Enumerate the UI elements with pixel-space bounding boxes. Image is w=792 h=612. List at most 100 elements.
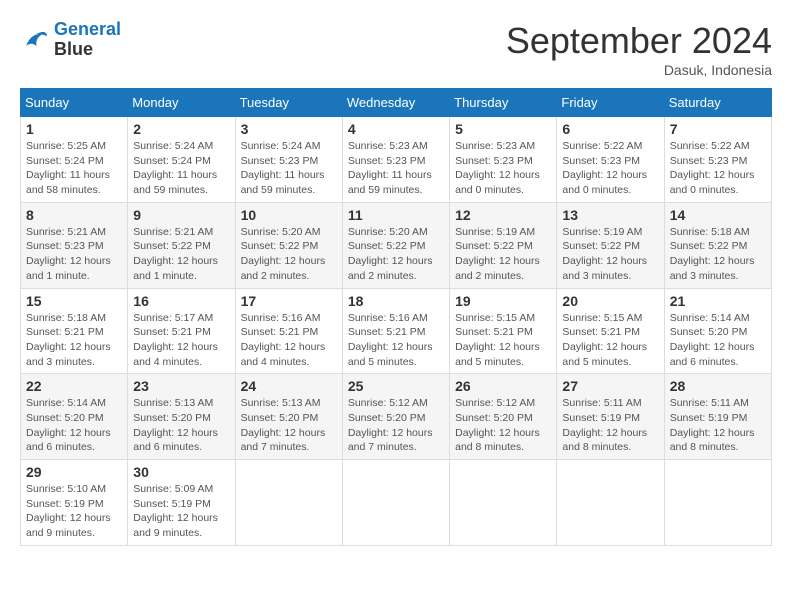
calendar-cell	[450, 460, 557, 546]
day-info: Sunrise: 5:19 AMSunset: 5:22 PMDaylight:…	[562, 225, 658, 284]
day-number: 3	[241, 121, 337, 137]
day-info: Sunrise: 5:21 AMSunset: 5:22 PMDaylight:…	[133, 225, 229, 284]
day-number: 23	[133, 378, 229, 394]
day-info: Sunrise: 5:10 AMSunset: 5:19 PMDaylight:…	[26, 482, 122, 541]
header-wednesday: Wednesday	[342, 89, 449, 117]
day-number: 11	[348, 207, 444, 223]
day-number: 9	[133, 207, 229, 223]
day-info: Sunrise: 5:22 AMSunset: 5:23 PMDaylight:…	[562, 139, 658, 198]
day-number: 26	[455, 378, 551, 394]
month-title: September 2024	[506, 20, 772, 62]
day-number: 8	[26, 207, 122, 223]
calendar-cell: 8 Sunrise: 5:21 AMSunset: 5:23 PMDayligh…	[21, 202, 128, 288]
calendar-cell: 21 Sunrise: 5:14 AMSunset: 5:20 PMDaylig…	[664, 288, 771, 374]
calendar-cell: 9 Sunrise: 5:21 AMSunset: 5:22 PMDayligh…	[128, 202, 235, 288]
day-info: Sunrise: 5:09 AMSunset: 5:19 PMDaylight:…	[133, 482, 229, 541]
calendar-cell	[557, 460, 664, 546]
calendar-cell: 10 Sunrise: 5:20 AMSunset: 5:22 PMDaylig…	[235, 202, 342, 288]
day-number: 22	[26, 378, 122, 394]
day-number: 30	[133, 464, 229, 480]
day-info: Sunrise: 5:16 AMSunset: 5:21 PMDaylight:…	[348, 311, 444, 370]
day-info: Sunrise: 5:12 AMSunset: 5:20 PMDaylight:…	[348, 396, 444, 455]
day-info: Sunrise: 5:21 AMSunset: 5:23 PMDaylight:…	[26, 225, 122, 284]
calendar-cell: 29 Sunrise: 5:10 AMSunset: 5:19 PMDaylig…	[21, 460, 128, 546]
calendar-cell: 30 Sunrise: 5:09 AMSunset: 5:19 PMDaylig…	[128, 460, 235, 546]
day-info: Sunrise: 5:22 AMSunset: 5:23 PMDaylight:…	[670, 139, 766, 198]
header-monday: Monday	[128, 89, 235, 117]
day-info: Sunrise: 5:23 AMSunset: 5:23 PMDaylight:…	[348, 139, 444, 198]
day-number: 17	[241, 293, 337, 309]
day-number: 19	[455, 293, 551, 309]
calendar-week-3: 22 Sunrise: 5:14 AMSunset: 5:20 PMDaylig…	[21, 374, 772, 460]
calendar-cell	[664, 460, 771, 546]
header-saturday: Saturday	[664, 89, 771, 117]
day-number: 15	[26, 293, 122, 309]
day-number: 16	[133, 293, 229, 309]
calendar-cell: 12 Sunrise: 5:19 AMSunset: 5:22 PMDaylig…	[450, 202, 557, 288]
day-number: 2	[133, 121, 229, 137]
day-number: 1	[26, 121, 122, 137]
day-info: Sunrise: 5:23 AMSunset: 5:23 PMDaylight:…	[455, 139, 551, 198]
calendar-cell	[235, 460, 342, 546]
day-info: Sunrise: 5:18 AMSunset: 5:22 PMDaylight:…	[670, 225, 766, 284]
header-thursday: Thursday	[450, 89, 557, 117]
day-info: Sunrise: 5:16 AMSunset: 5:21 PMDaylight:…	[241, 311, 337, 370]
calendar-cell: 14 Sunrise: 5:18 AMSunset: 5:22 PMDaylig…	[664, 202, 771, 288]
location: Dasuk, Indonesia	[506, 62, 772, 78]
logo: GeneralBlue	[20, 20, 121, 60]
calendar-cell: 25 Sunrise: 5:12 AMSunset: 5:20 PMDaylig…	[342, 374, 449, 460]
day-number: 7	[670, 121, 766, 137]
calendar-cell: 11 Sunrise: 5:20 AMSunset: 5:22 PMDaylig…	[342, 202, 449, 288]
calendar-week-4: 29 Sunrise: 5:10 AMSunset: 5:19 PMDaylig…	[21, 460, 772, 546]
day-number: 18	[348, 293, 444, 309]
day-number: 6	[562, 121, 658, 137]
calendar-cell: 6 Sunrise: 5:22 AMSunset: 5:23 PMDayligh…	[557, 117, 664, 203]
calendar-cell: 2 Sunrise: 5:24 AMSunset: 5:24 PMDayligh…	[128, 117, 235, 203]
header-tuesday: Tuesday	[235, 89, 342, 117]
logo-text: GeneralBlue	[54, 20, 121, 60]
calendar-cell: 23 Sunrise: 5:13 AMSunset: 5:20 PMDaylig…	[128, 374, 235, 460]
day-number: 5	[455, 121, 551, 137]
calendar-cell: 22 Sunrise: 5:14 AMSunset: 5:20 PMDaylig…	[21, 374, 128, 460]
calendar-cell	[342, 460, 449, 546]
calendar-cell: 3 Sunrise: 5:24 AMSunset: 5:23 PMDayligh…	[235, 117, 342, 203]
day-number: 4	[348, 121, 444, 137]
calendar-cell: 17 Sunrise: 5:16 AMSunset: 5:21 PMDaylig…	[235, 288, 342, 374]
day-info: Sunrise: 5:11 AMSunset: 5:19 PMDaylight:…	[562, 396, 658, 455]
header-friday: Friday	[557, 89, 664, 117]
calendar-cell: 28 Sunrise: 5:11 AMSunset: 5:19 PMDaylig…	[664, 374, 771, 460]
calendar-cell: 24 Sunrise: 5:13 AMSunset: 5:20 PMDaylig…	[235, 374, 342, 460]
header-sunday: Sunday	[21, 89, 128, 117]
day-number: 25	[348, 378, 444, 394]
day-number: 20	[562, 293, 658, 309]
day-info: Sunrise: 5:11 AMSunset: 5:19 PMDaylight:…	[670, 396, 766, 455]
calendar-table: Sunday Monday Tuesday Wednesday Thursday…	[20, 88, 772, 546]
calendar-cell: 5 Sunrise: 5:23 AMSunset: 5:23 PMDayligh…	[450, 117, 557, 203]
day-info: Sunrise: 5:12 AMSunset: 5:20 PMDaylight:…	[455, 396, 551, 455]
day-info: Sunrise: 5:15 AMSunset: 5:21 PMDaylight:…	[562, 311, 658, 370]
day-info: Sunrise: 5:18 AMSunset: 5:21 PMDaylight:…	[26, 311, 122, 370]
day-info: Sunrise: 5:19 AMSunset: 5:22 PMDaylight:…	[455, 225, 551, 284]
calendar-week-0: 1 Sunrise: 5:25 AMSunset: 5:24 PMDayligh…	[21, 117, 772, 203]
day-info: Sunrise: 5:17 AMSunset: 5:21 PMDaylight:…	[133, 311, 229, 370]
weekday-header-row: Sunday Monday Tuesday Wednesday Thursday…	[21, 89, 772, 117]
calendar-cell: 18 Sunrise: 5:16 AMSunset: 5:21 PMDaylig…	[342, 288, 449, 374]
calendar-cell: 13 Sunrise: 5:19 AMSunset: 5:22 PMDaylig…	[557, 202, 664, 288]
day-number: 14	[670, 207, 766, 223]
day-number: 13	[562, 207, 658, 223]
day-info: Sunrise: 5:13 AMSunset: 5:20 PMDaylight:…	[133, 396, 229, 455]
day-info: Sunrise: 5:24 AMSunset: 5:24 PMDaylight:…	[133, 139, 229, 198]
day-info: Sunrise: 5:24 AMSunset: 5:23 PMDaylight:…	[241, 139, 337, 198]
day-number: 12	[455, 207, 551, 223]
page-header: GeneralBlue September 2024 Dasuk, Indone…	[20, 20, 772, 78]
day-info: Sunrise: 5:20 AMSunset: 5:22 PMDaylight:…	[348, 225, 444, 284]
day-info: Sunrise: 5:14 AMSunset: 5:20 PMDaylight:…	[670, 311, 766, 370]
calendar-cell: 20 Sunrise: 5:15 AMSunset: 5:21 PMDaylig…	[557, 288, 664, 374]
day-number: 24	[241, 378, 337, 394]
day-info: Sunrise: 5:15 AMSunset: 5:21 PMDaylight:…	[455, 311, 551, 370]
day-number: 21	[670, 293, 766, 309]
day-number: 27	[562, 378, 658, 394]
logo-icon	[20, 25, 50, 55]
day-info: Sunrise: 5:13 AMSunset: 5:20 PMDaylight:…	[241, 396, 337, 455]
day-info: Sunrise: 5:14 AMSunset: 5:20 PMDaylight:…	[26, 396, 122, 455]
